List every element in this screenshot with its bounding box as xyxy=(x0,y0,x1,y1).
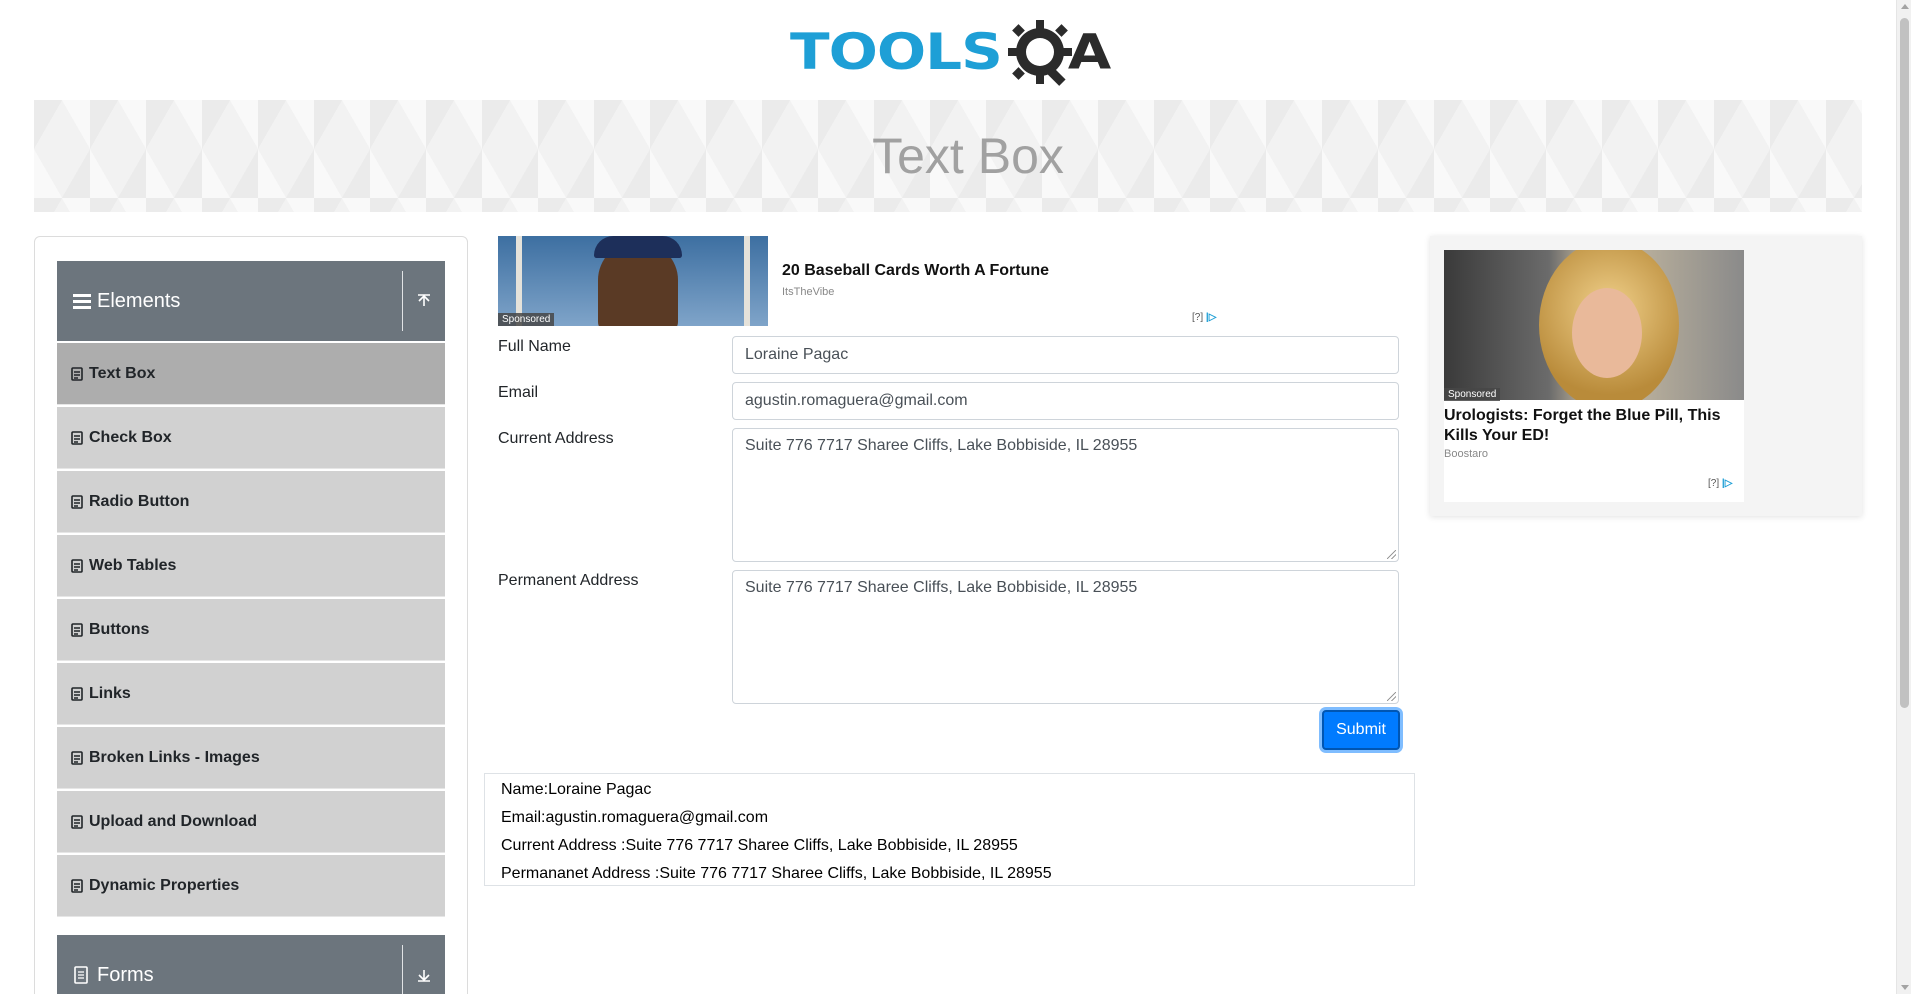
file-icon xyxy=(71,558,83,573)
current-address-row: Current Address Suite 776 7717 Sharee Cl… xyxy=(498,428,1414,562)
sidebar-item-web-tables[interactable]: Web Tables xyxy=(57,535,445,597)
file-icon xyxy=(71,750,83,765)
output-current-address: Current Address :Suite 776 7717 Sharee C… xyxy=(501,837,1018,854)
group-header-forms[interactable]: Forms xyxy=(57,935,445,994)
collapse-up-icon[interactable] xyxy=(411,261,437,341)
full-name-row: Full Name Loraine Pagac xyxy=(498,336,1414,374)
file-icon xyxy=(71,686,83,701)
submit-button[interactable]: Submit xyxy=(1322,710,1400,750)
ad-title[interactable]: Urologists: Forget the Blue Pill, This K… xyxy=(1444,406,1744,446)
sidebar-item-label: Check Box xyxy=(89,428,172,446)
permanent-address-value: Suite 776 7717 Sharee Cliffs, Lake Bobbi… xyxy=(745,579,1138,596)
email-input[interactable]: agustin.romaguera@gmail.com xyxy=(732,382,1399,420)
sidebar-item-links[interactable]: Links xyxy=(57,663,445,725)
file-icon xyxy=(71,494,83,509)
permanent-address-label: Permanent Address xyxy=(498,572,639,589)
current-address-textarea[interactable]: Suite 776 7717 Sharee Cliffs, Lake Bobbi… xyxy=(732,428,1399,562)
resize-handle-icon[interactable] xyxy=(1387,550,1396,559)
ad-image xyxy=(1444,250,1744,400)
page-title: Text Box xyxy=(872,128,1064,184)
group-header-elements[interactable]: Elements xyxy=(57,261,445,341)
file-icon xyxy=(71,878,83,893)
sponsored-tag: Sponsored xyxy=(1444,388,1501,401)
vertical-scrollbar[interactable] xyxy=(1896,0,1911,994)
output-name: Name:Loraine Pagac xyxy=(501,781,652,798)
sidebar-item-label: Links xyxy=(89,684,131,702)
group-title-forms: Forms xyxy=(97,963,154,986)
toolsqa-logo[interactable]: TOOLS A xyxy=(790,14,1112,90)
sidebar-item-label: Upload and Download xyxy=(89,812,257,830)
sidebar-item-buttons[interactable]: Buttons xyxy=(57,599,445,661)
sidebar-item-label: Web Tables xyxy=(89,556,177,574)
page-banner: Text Box xyxy=(34,100,1862,212)
permanent-address-row: Permanent Address Suite 776 7717 Sharee … xyxy=(498,570,1414,704)
expand-down-icon[interactable] xyxy=(411,935,437,994)
scroll-up-icon[interactable] xyxy=(1901,4,1909,9)
group-divider xyxy=(402,945,403,994)
sidebar-item-label: Buttons xyxy=(89,620,150,638)
sidebar-item-label: Broken Links - Images xyxy=(89,748,260,766)
current-address-label: Current Address xyxy=(498,430,614,447)
ad-person-face xyxy=(1572,288,1642,378)
sidebar-item-label: Text Box xyxy=(89,364,156,382)
hamburger-icon xyxy=(73,293,91,309)
group-divider xyxy=(402,271,403,331)
full-name-label: Full Name xyxy=(498,338,571,355)
file-icon xyxy=(71,430,83,445)
logo-text-a: A xyxy=(1067,24,1112,80)
ad-choice-label: [?] xyxy=(1708,478,1720,489)
sidebar-item-radio-button[interactable]: Radio Button xyxy=(57,471,445,533)
email-row: Email agustin.romaguera@gmail.com xyxy=(498,382,1414,420)
output-permanent-address: Permananet Address :Suite 776 7717 Share… xyxy=(501,865,1052,882)
scroll-down-icon[interactable] xyxy=(1901,985,1909,990)
ad-source: ItsTheVibe xyxy=(782,286,835,298)
output-box: Name:Loraine Pagac Email:agustin.romague… xyxy=(484,773,1415,886)
ad-title[interactable]: 20 Baseball Cards Worth A Fortune xyxy=(782,262,1049,280)
ad-source: Boostaro xyxy=(1444,448,1489,460)
page: TOOLS A Text Box Elements Text Box Check… xyxy=(0,0,1911,994)
ad-image: Sponsored xyxy=(498,236,768,326)
sidebar-item-label: Radio Button xyxy=(89,492,190,510)
sidebar-item-check-box[interactable]: Check Box xyxy=(57,407,445,469)
permanent-address-textarea[interactable]: Suite 776 7717 Sharee Cliffs, Lake Bobbi… xyxy=(732,570,1399,704)
ad-banner-top[interactable]: Sponsored 20 Baseball Cards Worth A Fort… xyxy=(498,236,1228,326)
adchoices-icon[interactable]: [?] |▷ xyxy=(1192,312,1216,323)
sidebar-item-dynamic-properties[interactable]: Dynamic Properties xyxy=(57,855,445,917)
sponsored-tag: Sponsored xyxy=(498,313,555,326)
file-icon xyxy=(71,366,83,381)
sidebar-item-label: Dynamic Properties xyxy=(89,876,240,894)
adchoices-icon[interactable]: [?] |▷ xyxy=(1708,478,1732,489)
scrollbar-thumb[interactable] xyxy=(1900,18,1909,708)
full-name-input[interactable]: Loraine Pagac xyxy=(732,336,1399,374)
sidebar-item-broken-links[interactable]: Broken Links - Images xyxy=(57,727,445,789)
sidebar: Elements Text Box Check Box Radio Button… xyxy=(34,236,468,994)
player-cap xyxy=(594,236,682,258)
ad-choice-label: [?] xyxy=(1192,312,1204,323)
sidebar-item-upload-download[interactable]: Upload and Download xyxy=(57,791,445,853)
resize-handle-icon[interactable] xyxy=(1387,692,1396,701)
output-email: Email:agustin.romaguera@gmail.com xyxy=(501,809,769,826)
file-icon xyxy=(71,622,83,637)
logo-text-tools: TOOLS xyxy=(790,22,1003,82)
document-icon xyxy=(73,966,91,984)
elements-menu: Text Box Check Box Radio Button Web Tabl… xyxy=(57,343,445,919)
ad-sidebar-right[interactable]: Sponsored Urologists: Forget the Blue Pi… xyxy=(1430,236,1862,516)
file-icon xyxy=(71,814,83,829)
email-label: Email xyxy=(498,384,539,401)
ad-card[interactable]: Sponsored Urologists: Forget the Blue Pi… xyxy=(1444,250,1744,502)
sidebar-item-text-box[interactable]: Text Box xyxy=(57,343,445,405)
group-title-elements: Elements xyxy=(97,289,181,312)
current-address-value: Suite 776 7717 Sharee Cliffs, Lake Bobbi… xyxy=(745,437,1138,454)
